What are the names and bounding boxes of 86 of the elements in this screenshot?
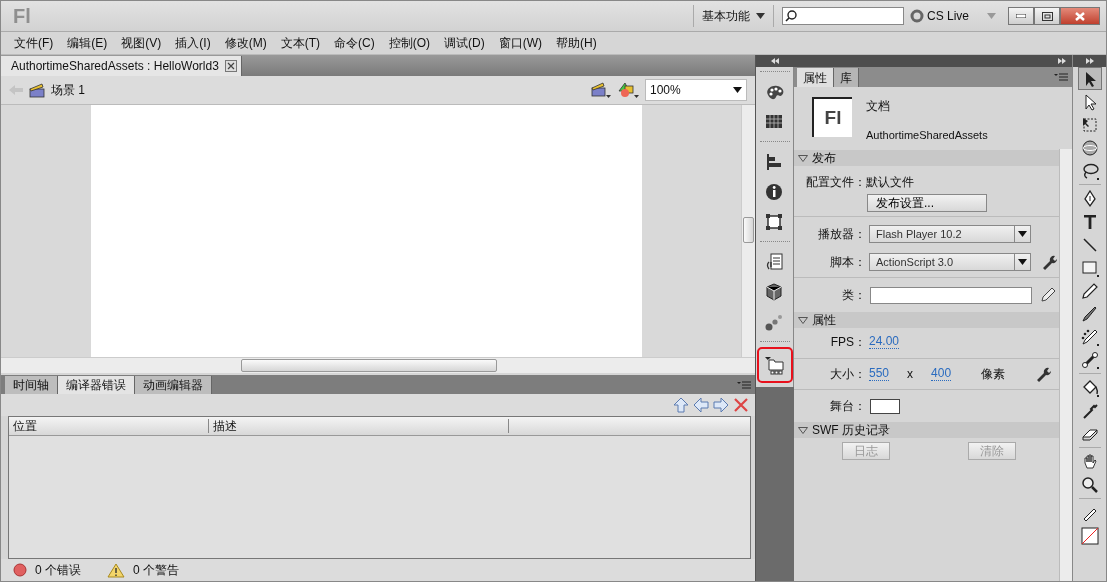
field-label: 播放器： bbox=[817, 226, 866, 243]
panel-tab[interactable]: 时间轴 bbox=[5, 376, 58, 394]
maximize-button[interactable] bbox=[1034, 7, 1060, 25]
expanded-triangle-icon[interactable] bbox=[798, 316, 808, 324]
document-tab[interactable]: AuthortimeSharedAssets : HelloWorld3 bbox=[1, 56, 242, 76]
field-label: 舞台： bbox=[829, 398, 866, 415]
document-type: 文档 bbox=[866, 98, 891, 115]
publish-settings-button[interactable]: 发布设置... bbox=[867, 194, 987, 212]
warning-count: 0 个警告 bbox=[133, 562, 180, 579]
field-label: 大小： bbox=[829, 366, 866, 383]
column-header[interactable]: 描述 bbox=[209, 419, 509, 433]
menu-item[interactable]: 视图(V) bbox=[114, 34, 169, 52]
field-label: 配置文件： bbox=[805, 174, 866, 191]
script-dropdown[interactable]: ActionScript 3.0 bbox=[869, 253, 1031, 271]
horizontal-scrollbar[interactable] bbox=[1, 357, 755, 373]
player-dropdown[interactable]: Flash Player 10.2 bbox=[869, 225, 1031, 243]
menu-item[interactable]: 插入(I) bbox=[168, 34, 218, 52]
vertical-scrollbar[interactable] bbox=[741, 105, 755, 357]
minimize-icon bbox=[1016, 14, 1026, 18]
section-title[interactable]: 发布 bbox=[812, 149, 836, 167]
caret-icon bbox=[733, 87, 742, 93]
pencil-icon[interactable] bbox=[1040, 287, 1056, 303]
panel-tab[interactable]: 编译器错误 bbox=[58, 376, 135, 394]
minimize-button[interactable] bbox=[1008, 7, 1034, 25]
wrench-icon[interactable] bbox=[1035, 366, 1052, 382]
ring-icon bbox=[909, 9, 924, 23]
close-button[interactable] bbox=[1060, 7, 1100, 25]
panel-tab[interactable]: 动画编辑器 bbox=[135, 376, 212, 394]
menu-item[interactable]: 修改(M) bbox=[217, 34, 274, 52]
delete-icon[interactable] bbox=[733, 397, 749, 413]
field-label: 类： bbox=[841, 287, 866, 304]
expanded-triangle-icon[interactable] bbox=[798, 426, 808, 434]
width-value[interactable]: 550 bbox=[869, 367, 890, 381]
fps-value[interactable]: 24.00 bbox=[869, 335, 900, 349]
warning-icon bbox=[107, 562, 125, 578]
menu-item[interactable]: 文本(T) bbox=[273, 34, 327, 52]
edit-scene-icon[interactable] bbox=[591, 81, 611, 99]
scene-label: 场景 1 bbox=[51, 82, 85, 99]
unit-label: 像素 bbox=[981, 366, 1006, 383]
up-arrow-icon[interactable] bbox=[673, 397, 689, 413]
caret-icon bbox=[1018, 259, 1027, 265]
collapse-icon[interactable] bbox=[771, 58, 779, 64]
menu-item[interactable]: 控制(O) bbox=[381, 34, 437, 52]
class-field[interactable] bbox=[870, 286, 1032, 304]
height-value[interactable]: 400 bbox=[931, 367, 952, 381]
expand-icon[interactable] bbox=[1085, 58, 1094, 64]
app-logo: Fl bbox=[13, 4, 31, 29]
maximize-icon bbox=[1041, 11, 1053, 21]
panel-tab[interactable]: 库 bbox=[834, 68, 859, 87]
field-label: 脚本： bbox=[829, 254, 866, 271]
menu-item[interactable]: 命令(C) bbox=[327, 34, 382, 52]
times-sign: x bbox=[907, 366, 914, 383]
wrench-icon[interactable] bbox=[1041, 254, 1057, 270]
error-icon bbox=[13, 563, 27, 577]
selection-tool-icon[interactable] bbox=[1077, 67, 1102, 90]
dropdown-caret-icon bbox=[987, 13, 996, 19]
expand-icon[interactable] bbox=[1058, 58, 1066, 64]
field-label: FPS： bbox=[829, 334, 866, 351]
menu-item[interactable]: 窗口(W) bbox=[491, 34, 549, 52]
caret-icon bbox=[1018, 231, 1027, 237]
zoom-dropdown[interactable]: 100% bbox=[645, 79, 747, 101]
caret-icon bbox=[755, 13, 765, 19]
workspace-switcher[interactable]: 基本功能 bbox=[701, 7, 765, 25]
close-icon[interactable] bbox=[224, 60, 237, 72]
menu-item[interactable]: 帮助(H) bbox=[549, 34, 604, 52]
menu-item[interactable]: 文件(F) bbox=[7, 34, 61, 52]
profile-value: 默认文件 bbox=[866, 174, 914, 191]
document-logo: Fl bbox=[824, 105, 842, 130]
document-name: AuthortimeSharedAssets bbox=[866, 128, 988, 143]
edit-symbols-icon[interactable] bbox=[617, 81, 639, 99]
stage-color-swatch[interactable] bbox=[870, 398, 900, 414]
panel-tab[interactable]: 属性 bbox=[797, 68, 834, 87]
clapperboard-icon bbox=[29, 82, 45, 98]
expanded-triangle-icon[interactable] bbox=[798, 154, 808, 162]
right-arrow-icon[interactable] bbox=[713, 397, 729, 413]
search-icon bbox=[784, 10, 797, 22]
menu-item[interactable]: 调试(D) bbox=[437, 34, 492, 52]
cs-live-label[interactable]: CS Live bbox=[926, 7, 969, 25]
search-field[interactable] bbox=[781, 7, 904, 25]
column-header[interactable]: 位置 bbox=[9, 419, 209, 433]
close-icon bbox=[1075, 11, 1085, 21]
left-arrow-icon[interactable] bbox=[693, 397, 709, 413]
vertical-scrollbar[interactable] bbox=[1059, 149, 1072, 581]
menu-item[interactable]: 编辑(E) bbox=[60, 34, 115, 52]
error-count: 0 个错误 bbox=[35, 562, 81, 579]
section-title[interactable]: 属性 bbox=[812, 311, 836, 329]
